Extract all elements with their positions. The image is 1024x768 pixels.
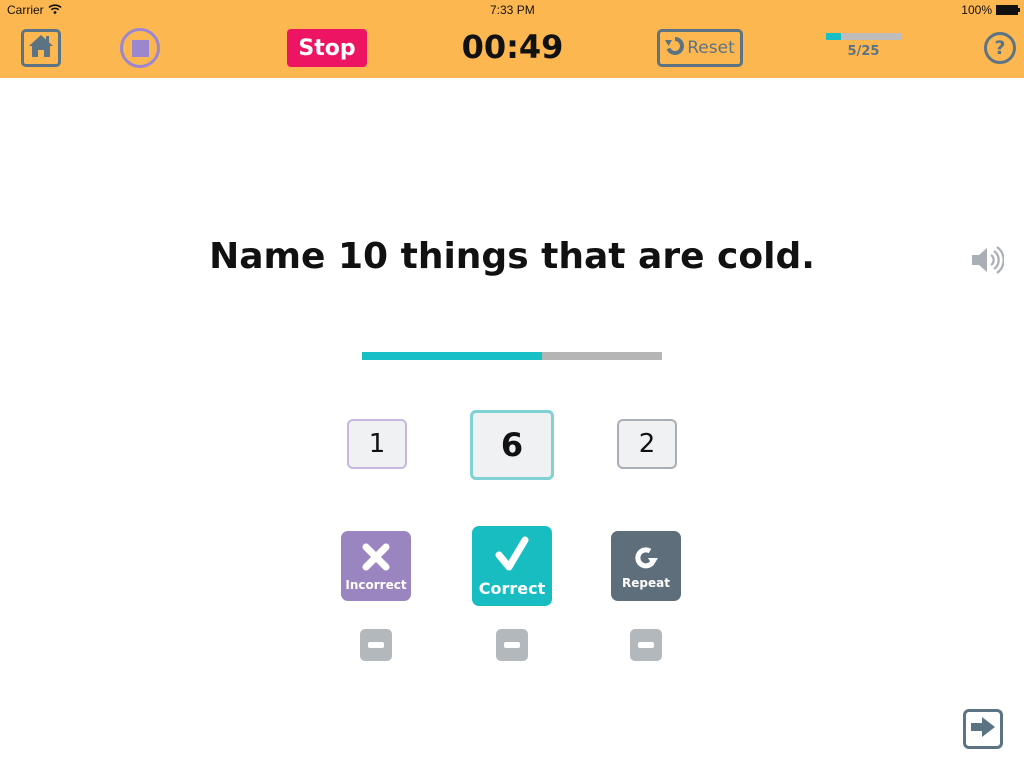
- timer: 00:49: [461, 28, 564, 66]
- minus-icon: [368, 642, 384, 648]
- incorrect-button[interactable]: Incorrect: [341, 531, 411, 601]
- correct-label: Correct: [478, 578, 546, 598]
- top-toolbar: Carrier 7:33 PM 100% Stop 00:49 Reset 5/…: [0, 0, 1024, 78]
- stop-recording-button[interactable]: [120, 28, 160, 68]
- home-icon: [27, 33, 55, 63]
- reset-label: Reset: [687, 38, 735, 58]
- session-progress-fill: [826, 33, 841, 40]
- minus-icon: [504, 642, 520, 648]
- decrement-correct-button[interactable]: [496, 629, 528, 661]
- decrement-repeat-button[interactable]: [630, 629, 662, 661]
- question-progress-bar: [362, 352, 662, 360]
- question-progress-fill: [362, 352, 542, 360]
- speaker-icon[interactable]: [970, 245, 1005, 279]
- correct-button[interactable]: Correct: [472, 526, 552, 606]
- repeat-button[interactable]: Repeat: [611, 531, 681, 601]
- reset-icon: [665, 36, 685, 61]
- repeat-icon: [632, 543, 660, 574]
- minus-icon: [638, 642, 654, 648]
- carrier-label: Carrier: [7, 3, 44, 17]
- incorrect-label: Incorrect: [345, 577, 407, 592]
- reset-button[interactable]: Reset: [657, 29, 743, 67]
- status-time: 7:33 PM: [490, 3, 535, 17]
- incorrect-count: 1: [347, 419, 407, 469]
- session-progress-bar: [826, 33, 901, 40]
- battery-icon: [996, 5, 1020, 15]
- correct-count: 6: [470, 410, 554, 480]
- repeat-count: 2: [617, 419, 677, 469]
- status-battery: 100%: [961, 3, 1020, 17]
- session-progress-label: 5/25: [847, 44, 880, 59]
- status-carrier: Carrier: [7, 3, 62, 17]
- question-text: Name 10 things that are cold.: [209, 236, 815, 277]
- repeat-label: Repeat: [622, 575, 670, 590]
- checkmark-icon: [494, 535, 530, 577]
- next-button[interactable]: [963, 709, 1003, 749]
- stop-button[interactable]: Stop: [287, 29, 367, 67]
- battery-label: 100%: [961, 3, 992, 17]
- help-icon: ?: [994, 37, 1006, 59]
- decrement-incorrect-button[interactable]: [360, 629, 392, 661]
- help-button[interactable]: ?: [984, 32, 1016, 64]
- home-button[interactable]: [21, 29, 61, 67]
- arrow-right-icon: [970, 716, 996, 742]
- wifi-icon: [48, 3, 62, 17]
- x-icon: [360, 541, 392, 576]
- stop-square-icon: [131, 39, 149, 57]
